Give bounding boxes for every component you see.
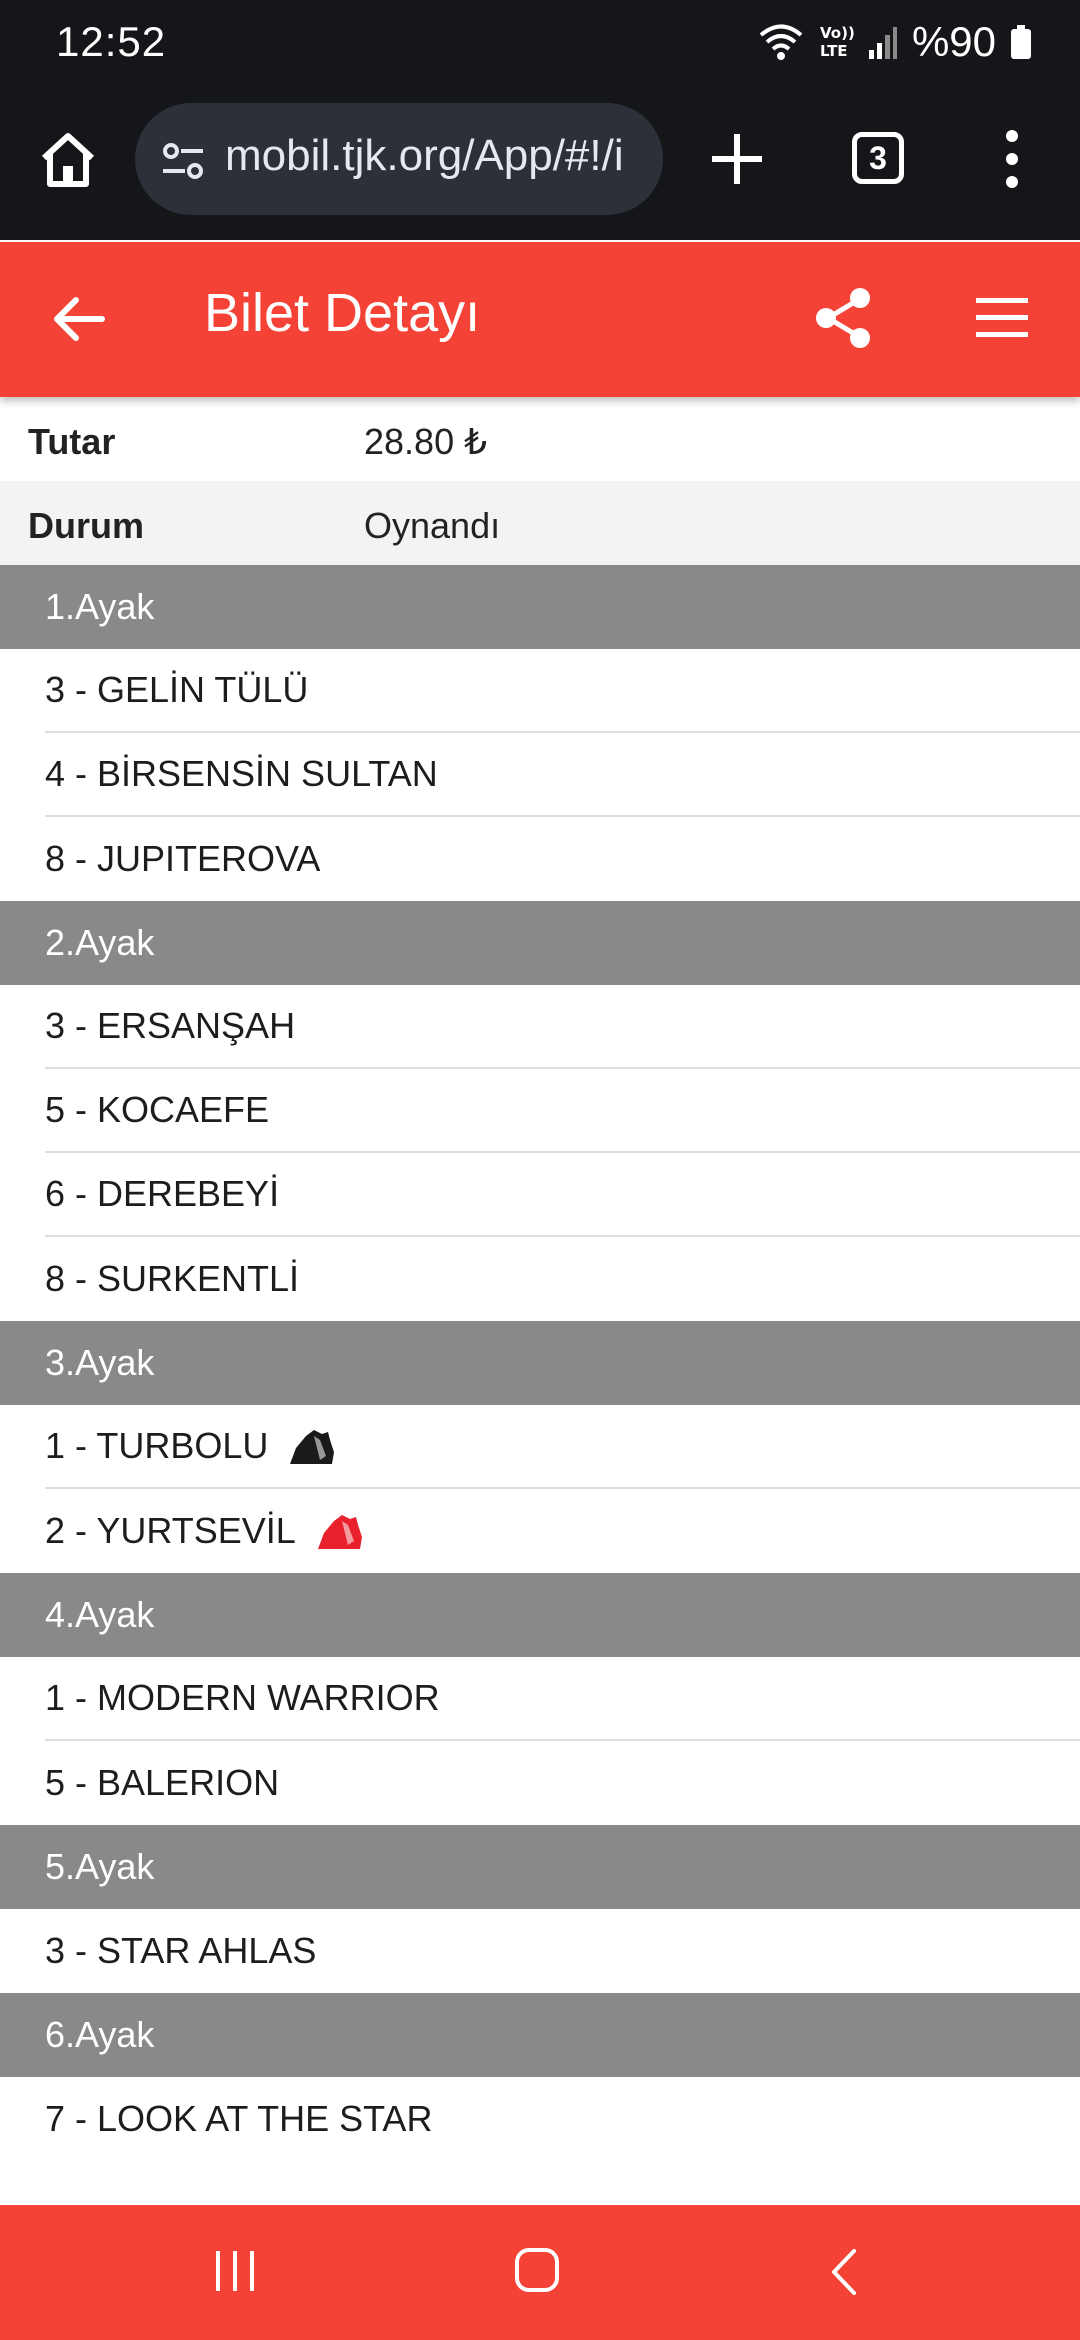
browser-toolbar: mobil.tjk.org/App/#!/i 3: [0, 90, 1080, 240]
horse-row: 5 - KOCAEFE: [45, 1069, 1080, 1153]
horse-label: 3 - STAR AHLAS: [45, 1930, 317, 1971]
jockey-silk-icon: [290, 1430, 335, 1464]
battery-icon: [1011, 25, 1031, 59]
horse-label: 4 - BİRSENSİN SULTAN: [45, 753, 438, 794]
horse-row: 2 - YURTSEVİL: [45, 1489, 1080, 1573]
leg-header: 3.Ayak: [0, 1321, 1080, 1405]
horse-label: 2 - YURTSEVİL: [45, 1510, 296, 1551]
back-arrow-icon[interactable]: [50, 290, 108, 348]
horse-row: 8 - SURKENTLİ: [45, 1237, 1080, 1321]
svg-text:LTE: LTE: [820, 42, 848, 60]
wifi-icon: [759, 24, 803, 60]
address-bar[interactable]: mobil.tjk.org/App/#!/i: [135, 103, 663, 215]
horse-label: 8 - SURKENTLİ: [45, 1258, 300, 1299]
horse-label: 8 - JUPITEROVA: [45, 838, 321, 879]
leg-header: 6.Ayak: [0, 1993, 1080, 2077]
hamburger-menu-icon[interactable]: [974, 292, 1030, 344]
horse-row: 7 - LOOK AT THE STAR: [45, 2077, 1080, 2161]
tab-switcher-button[interactable]: 3: [852, 132, 904, 184]
horse-label: 1 - TURBOLU: [45, 1425, 269, 1466]
new-tab-icon[interactable]: [708, 130, 766, 188]
home-button-icon[interactable]: [514, 2247, 560, 2293]
leg-horse-list: 3 - GELİN TÜLÜ 4 - BİRSENSİN SULTAN 8 - JU…: [0, 649, 1080, 901]
horse-row: 8 - JUPITEROVA: [45, 817, 1080, 901]
signal-icon: [868, 27, 897, 59]
leg-horse-list: 1 - TURBOLU 2 - YURTSEVİL: [0, 1405, 1080, 1573]
status-icons: Vo)) LTE %90: [758, 18, 1032, 66]
recent-apps-icon[interactable]: [213, 2249, 257, 2293]
leg-header: 2.Ayak: [0, 901, 1080, 985]
svg-text:Vo)): Vo)): [820, 24, 854, 42]
horse-label: 5 - BALERION: [45, 1762, 280, 1803]
horse-label: 3 - ERSANŞAH: [45, 1005, 296, 1046]
status-time: 12:52: [56, 18, 167, 65]
status-bar: 12:52 Vo)) LTE %90: [0, 0, 1080, 90]
leg-horse-list: 7 - LOOK AT THE STAR: [0, 2077, 1080, 2161]
horse-label: 1 - MODERN WARRIOR: [45, 1677, 440, 1718]
horse-label: 3 - GELİN TÜLÜ: [45, 669, 309, 710]
horse-row: 3 - GELİN TÜLÜ: [45, 649, 1080, 733]
volte-icon: Vo)) LTE: [820, 24, 854, 60]
horse-row: 4 - BİRSENSİN SULTAN: [45, 733, 1080, 817]
share-icon[interactable]: [812, 286, 876, 350]
amount-value: 28.80 ₺: [364, 421, 487, 462]
url-text[interactable]: mobil.tjk.org/App/#!/i: [225, 131, 624, 181]
ticket-detail: Tutar 28.80 ₺ Durum Oynandı 1.Ayak 3 - GE…: [0, 397, 1080, 2161]
status-value: Oynandı: [364, 505, 501, 546]
jockey-silk-icon: [317, 1515, 362, 1549]
horse-label: 5 - KOCAEFE: [45, 1089, 270, 1130]
leg-horse-list: 1 - MODERN WARRIOR 5 - BALERION: [0, 1657, 1080, 1825]
leg-header: 5.Ayak: [0, 1825, 1080, 1909]
amount-label: Tutar: [28, 421, 116, 462]
status-label: Durum: [28, 505, 144, 546]
home-icon[interactable]: [36, 128, 100, 192]
horse-row: 1 - MODERN WARRIOR: [45, 1657, 1080, 1741]
back-button-icon[interactable]: [826, 2247, 860, 2297]
site-settings-icon[interactable]: [157, 135, 209, 187]
horse-row: 1 - TURBOLU: [45, 1405, 1080, 1489]
leg-horse-list: 3 - ERSANŞAH 5 - KOCAEFE 6 - DEREBEYİ 8 - S…: [0, 985, 1080, 1321]
horse-label: 6 - DEREBEYİ: [45, 1173, 280, 1214]
system-nav-bar: [0, 2205, 1080, 2340]
amount-row: Tutar 28.80 ₺: [0, 397, 1080, 481]
more-options-icon[interactable]: [995, 128, 1029, 190]
app-header: Bilet Detayı: [0, 242, 1080, 397]
leg-header: 4.Ayak: [0, 1573, 1080, 1657]
battery-percent: %90: [911, 18, 996, 65]
leg-header: 1.Ayak: [0, 565, 1080, 649]
legs-list: 1.Ayak 3 - GELİN TÜLÜ 4 - BİRSENSİN SULTAN…: [0, 565, 1080, 2161]
leg-horse-list: 3 - STAR AHLAS: [0, 1909, 1080, 1993]
horse-row: 3 - STAR AHLAS: [45, 1909, 1080, 1993]
page-title: Bilet Detayı: [204, 283, 481, 343]
horse-row: 3 - ERSANŞAH: [45, 985, 1080, 1069]
horse-label: 7 - LOOK AT THE STAR: [45, 2098, 433, 2139]
status-row: Durum Oynandı: [0, 481, 1080, 565]
horse-row: 6 - DEREBEYİ: [45, 1153, 1080, 1237]
horse-row: 5 - BALERION: [45, 1741, 1080, 1825]
